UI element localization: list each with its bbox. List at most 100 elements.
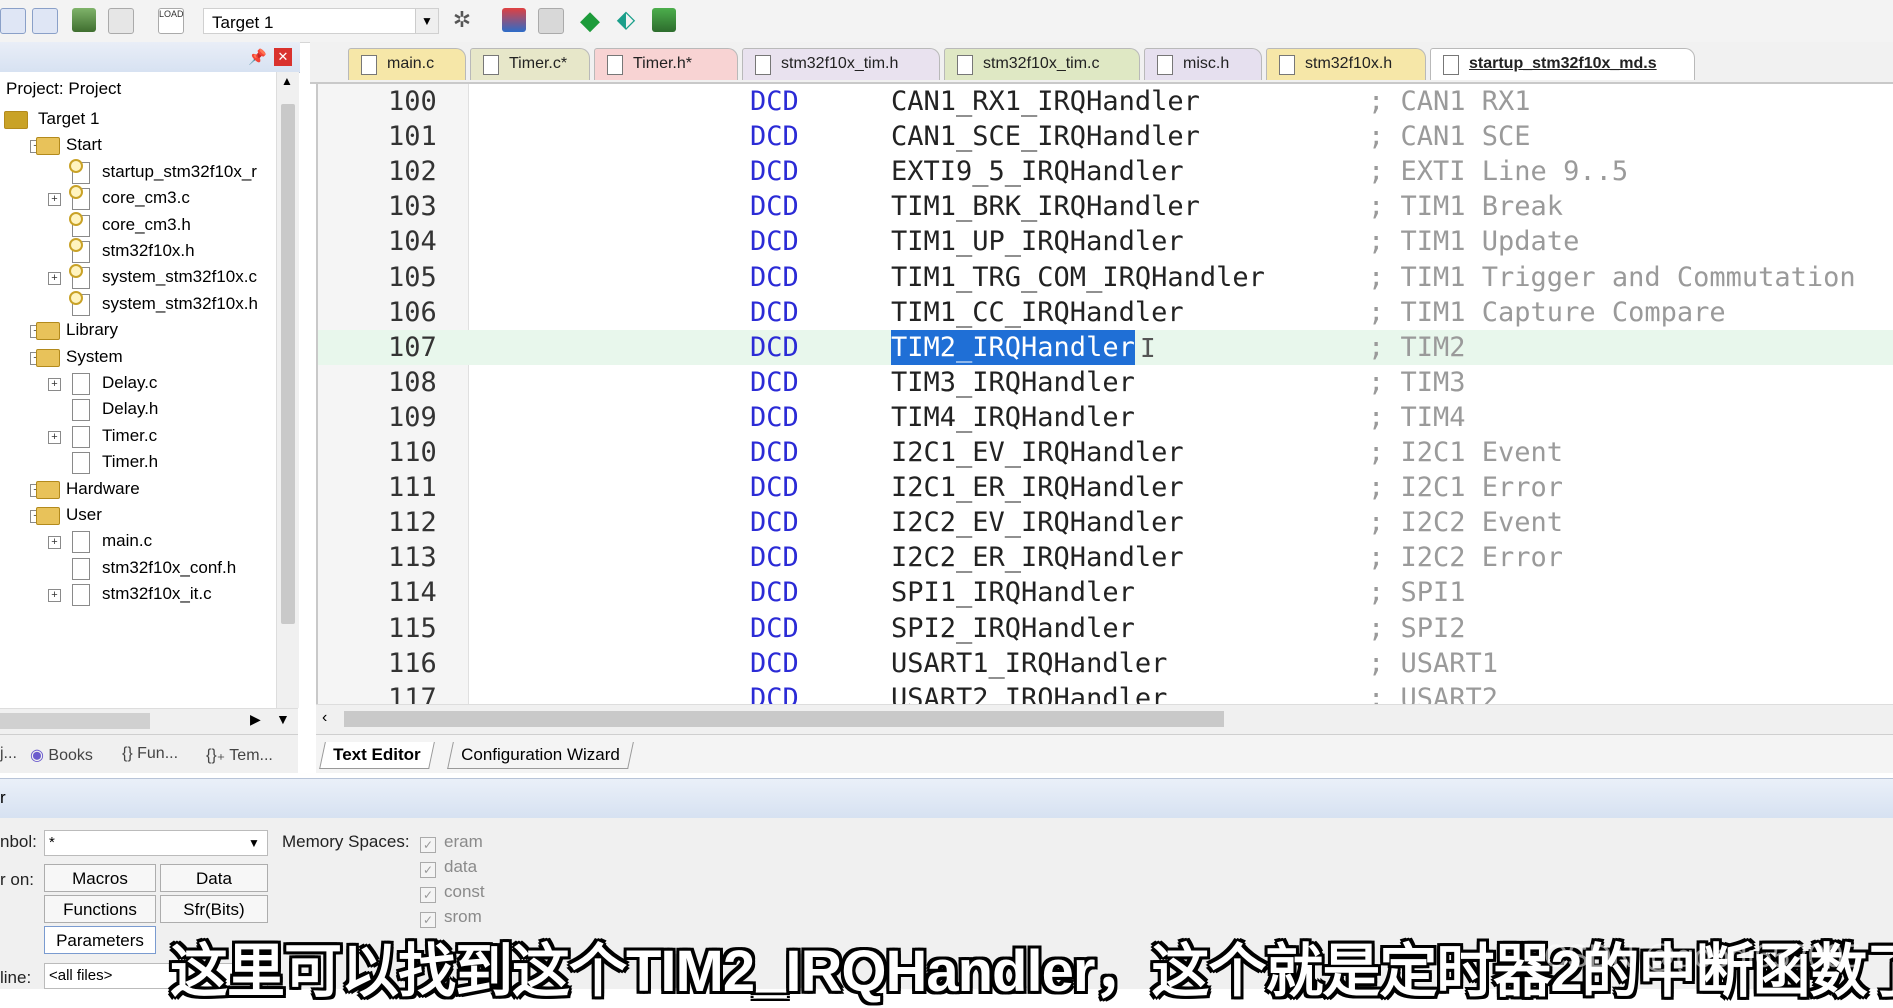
keyword: DCD	[750, 682, 799, 704]
comment: ; TIM3	[1368, 366, 1466, 398]
code-line[interactable]: 112 DCD I2C2_EV_IRQHandler ; I2C2 Event	[318, 505, 1893, 540]
space-label: const	[444, 882, 485, 901]
components-icon[interactable]	[502, 8, 526, 32]
pack-icon[interactable]: ⬖	[614, 8, 638, 32]
code-editor[interactable]: 100 DCD CAN1_RX1_IRQHandler ; CAN1 RX1 101 DC…	[316, 84, 1893, 704]
code-line[interactable]: 100 DCD CAN1_RX1_IRQHandler ; CAN1 RX1	[318, 84, 1893, 119]
line-number: 111	[388, 472, 437, 504]
line-number: 115	[388, 612, 437, 644]
code-line[interactable]: 117 DCD USART2_IRQHandler ; USART2	[318, 681, 1893, 704]
keyword: DCD	[750, 191, 799, 223]
code-line[interactable]: 110 DCD I2C1_EV_IRQHandler ; I2C1 Event	[318, 435, 1893, 470]
comment: ; TIM1 Break	[1368, 191, 1564, 223]
space-checkbox-eram[interactable]: ✓ eram	[420, 832, 483, 853]
files-value: <all files>	[49, 967, 113, 984]
batch-icon[interactable]	[108, 8, 134, 34]
line-number: 104	[388, 226, 437, 258]
close-icon[interactable]: ✕	[274, 48, 292, 66]
project-title: Project: Project	[6, 79, 122, 98]
comment: ; TIM1 Trigger and Commutation	[1368, 261, 1856, 293]
code-line[interactable]: 111 DCD I2C1_ER_IRQHandler ; I2C1 Error	[318, 470, 1893, 505]
scrollbar-thumb[interactable]	[344, 711, 1224, 727]
code-line[interactable]: 116 DCD USART1_IRQHandler ; USART1	[318, 646, 1893, 681]
symbol-input[interactable]: *	[44, 830, 268, 856]
project-icon[interactable]	[32, 8, 58, 34]
scroll-right-icon[interactable]: ▶	[250, 711, 261, 728]
scroll-up-icon[interactable]: ▲	[281, 74, 293, 88]
tab-functions[interactable]: {} Fun...	[122, 745, 178, 763]
symbol: TIM1_CC_IRQHandler	[891, 296, 1184, 328]
code-line[interactable]: 108 DCD TIM3_IRQHandler ; TIM3	[318, 365, 1893, 400]
code-line[interactable]: 115 DCD SPI2_IRQHandler ; SPI2	[318, 611, 1893, 646]
line-number: 106	[388, 296, 437, 328]
chevron-down-icon[interactable]: ▼	[242, 831, 266, 855]
file-tab[interactable]: misc.h	[1144, 48, 1262, 80]
tab-configuration-wizard[interactable]: Configuration Wizard	[447, 742, 634, 769]
tree-item[interactable]: + stm32f10x_it.c	[0, 579, 276, 609]
scrollbar-thumb[interactable]	[0, 713, 150, 729]
code-line[interactable]: 113 DCD I2C2_ER_IRQHandler ; I2C2 Error	[318, 540, 1893, 575]
pin-icon[interactable]: 📌	[248, 48, 267, 66]
symbol-label: nbol:	[0, 832, 37, 851]
new-file-icon[interactable]	[0, 8, 26, 34]
comment: ; CAN1 SCE	[1368, 121, 1531, 153]
expand-icon[interactable]: +	[48, 589, 61, 603]
code-line[interactable]: 101 DCD CAN1_SCE_IRQHandler ; CAN1 SCE	[318, 119, 1893, 154]
expand-icon[interactable]: +	[48, 378, 61, 391]
code-line[interactable]: 102 DCD EXTI9_5_IRQHandler ; EXTI Line 9..5	[318, 154, 1893, 189]
expand-icon[interactable]: +	[48, 536, 61, 550]
tab-project[interactable]: j...	[0, 745, 17, 763]
load-icon[interactable]: LOAD	[158, 8, 184, 34]
keyword: DCD	[750, 226, 799, 258]
expand-icon[interactable]: +	[48, 193, 61, 207]
chevron-down-icon[interactable]: ▼	[276, 711, 290, 727]
file-tab[interactable]: stm32f10x.h	[1266, 48, 1426, 80]
file-icon	[1443, 55, 1459, 75]
tab-templates[interactable]: {}₊ Tem...	[206, 745, 273, 765]
line-number: 103	[388, 191, 437, 223]
extensions-icon[interactable]	[652, 8, 676, 32]
code-line[interactable]: 106 DCD TIM1_CC_IRQHandler ; TIM1 Capture C…	[318, 295, 1893, 330]
line-number: 100	[388, 86, 437, 117]
file-tab[interactable]: Timer.c*	[470, 48, 590, 80]
scroll-left-icon[interactable]: ‹	[322, 709, 327, 727]
file-tab[interactable]: Timer.h*	[594, 48, 738, 80]
macros-button[interactable]: Macros	[44, 864, 156, 892]
code-line[interactable]: 104 DCD TIM1_UP_IRQHandler ; TIM1 Update	[318, 224, 1893, 259]
file-tab-label: Timer.h*	[633, 55, 692, 72]
data-button[interactable]: Data	[160, 864, 268, 892]
functions-button[interactable]: Functions	[44, 895, 156, 923]
project-scrollbar[interactable]: ▲	[276, 72, 299, 708]
file-tab[interactable]: stm32f10x_tim.h	[742, 48, 940, 80]
scrollbar-thumb[interactable]	[281, 104, 295, 624]
parameters-button[interactable]: Parameters	[44, 926, 156, 954]
code-line[interactable]: 105 DCD TIM1_TRG_COM_IRQHandler ; TIM1 Trig…	[318, 260, 1893, 295]
space-checkbox-const[interactable]: ✓ const	[420, 882, 485, 903]
code-line[interactable]: 107 DCD TIM2_IRQHandler ; TIM2 I	[318, 329, 1893, 365]
tab-text-editor[interactable]: Text Editor	[319, 742, 435, 769]
project-hscrollbar[interactable]: ▶ ▼	[0, 708, 298, 735]
file-tab[interactable]: startup_stm32f10x_md.s	[1430, 48, 1695, 80]
file-icon	[957, 55, 973, 75]
code-line[interactable]: 109 DCD TIM4_IRQHandler ; TIM4	[318, 400, 1893, 435]
options-icon[interactable]	[538, 8, 564, 34]
file-tab[interactable]: stm32f10x_tim.c	[944, 48, 1140, 80]
code-line[interactable]: 103 DCD TIM1_BRK_IRQHandler ; TIM1 Break	[318, 189, 1893, 224]
chevron-down-icon[interactable]: ▼	[415, 9, 438, 33]
space-checkbox-data[interactable]: ✓ data	[420, 857, 477, 878]
folder-icon	[36, 480, 60, 499]
file-tab[interactable]: main.c	[348, 48, 466, 80]
comment: ; SPI1	[1368, 577, 1466, 609]
expand-icon[interactable]: +	[48, 430, 61, 444]
stack-icon[interactable]	[72, 8, 96, 32]
editor-hscrollbar[interactable]: ‹	[316, 704, 1893, 735]
magic-wand-icon[interactable]: ✲	[450, 8, 474, 32]
sfr-bits-button[interactable]: Sfr(Bits)	[160, 895, 268, 923]
target-select[interactable]: Target 1 ▼	[203, 8, 439, 34]
code-line[interactable]: 114 DCD SPI1_IRQHandler ; SPI1	[318, 575, 1893, 610]
diamond-icon[interactable]: ◆	[578, 7, 602, 33]
comment: ; USART2	[1368, 682, 1499, 704]
expand-icon[interactable]: +	[48, 272, 61, 286]
keyword: DCD	[750, 296, 799, 328]
tab-books[interactable]: ◉ Books	[30, 745, 93, 765]
